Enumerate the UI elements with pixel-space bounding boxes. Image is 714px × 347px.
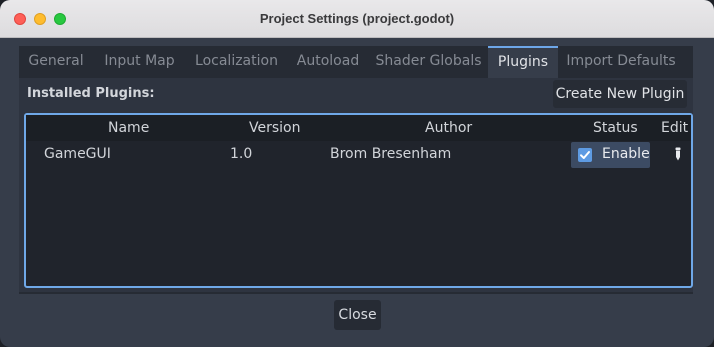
column-header-name[interactable]: Name xyxy=(108,120,149,136)
plugin-name: GameGUI xyxy=(44,146,111,162)
plugin-enable-toggle[interactable]: Enable xyxy=(571,142,650,168)
checkbox-checked-icon[interactable] xyxy=(578,148,592,162)
tab-import-defaults[interactable]: Import Defaults xyxy=(558,46,684,78)
table-row[interactable]: GameGUI 1.0 Brom Bresenham Enable xyxy=(26,141,691,169)
plugins-table[interactable]: Name Version Author Status Edit GameGUI … xyxy=(24,113,693,288)
tab-localization[interactable]: Localization xyxy=(186,46,287,78)
project-settings-window: Project Settings (project.godot) General… xyxy=(0,0,714,347)
table-header: Name Version Author Status Edit xyxy=(26,115,691,141)
title-bar[interactable]: Project Settings (project.godot) xyxy=(0,0,714,38)
plugins-panel: Installed Plugins: Create New Plugin Nam… xyxy=(19,78,693,292)
tab-autoload[interactable]: Autoload xyxy=(287,46,369,78)
plugin-author: Brom Bresenham xyxy=(330,146,452,162)
enable-label: Enable xyxy=(602,146,650,162)
plugin-version: 1.0 xyxy=(230,146,253,162)
installed-plugins-label: Installed Plugins: xyxy=(27,86,155,101)
column-header-version[interactable]: Version xyxy=(249,120,300,136)
tab-bar: General Input Map Localization Autoload … xyxy=(19,46,693,78)
close-button[interactable]: Close xyxy=(334,300,381,330)
tab-input-map[interactable]: Input Map xyxy=(93,46,186,78)
column-header-edit[interactable]: Edit xyxy=(661,120,688,136)
tab-shader-globals[interactable]: Shader Globals xyxy=(369,46,488,78)
tab-general[interactable]: General xyxy=(19,46,93,78)
tab-plugins[interactable]: Plugins xyxy=(488,46,558,78)
column-header-author[interactable]: Author xyxy=(425,120,472,136)
pencil-icon[interactable] xyxy=(674,146,682,165)
column-header-status[interactable]: Status xyxy=(593,120,638,136)
create-new-plugin-button[interactable]: Create New Plugin xyxy=(553,80,687,108)
settings-body: General Input Map Localization Autoload … xyxy=(7,38,707,340)
window-title: Project Settings (project.godot) xyxy=(259,11,455,26)
